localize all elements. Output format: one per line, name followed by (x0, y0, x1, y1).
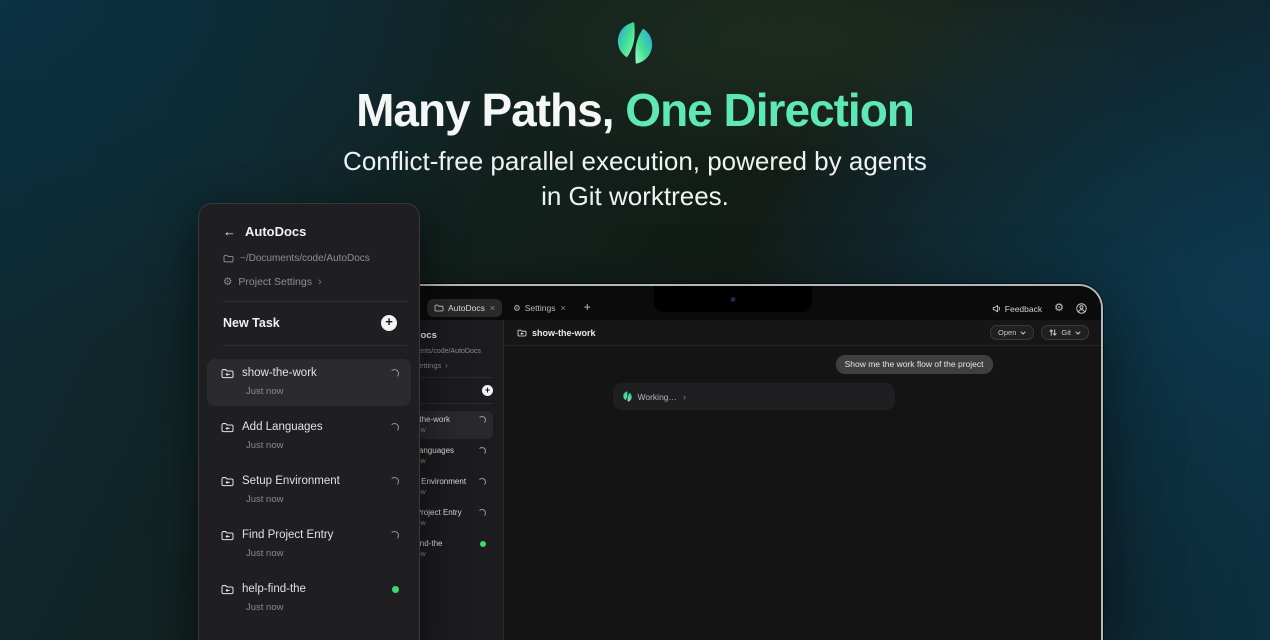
main-pane: show-the-work Open Git Show me the work … (504, 320, 1101, 640)
settings-gear-icon[interactable]: ⚙ (1054, 303, 1064, 314)
page: Many Paths, One Direction Conflict-free … (0, 0, 1270, 640)
project-path-row: ~/Documents/code/AutoDocs (199, 253, 419, 264)
page-title: Many Paths, One Direction (0, 86, 1270, 134)
divider (223, 301, 407, 302)
worktree-folder-icon (221, 368, 234, 379)
open-dropdown-button[interactable]: Open (990, 325, 1035, 340)
chevron-down-icon (1020, 331, 1026, 335)
git-sync-icon (1049, 328, 1058, 337)
worktree-folder-icon (517, 329, 527, 337)
git-dropdown-button[interactable]: Git (1041, 325, 1089, 340)
subtitle-line-1: Conflict-free parallel execution, powere… (343, 146, 927, 176)
account-avatar-icon[interactable] (1076, 303, 1087, 314)
tab-close-icon[interactable]: × (560, 303, 565, 313)
spinner-icon (478, 446, 486, 455)
task-time: Just now (246, 386, 284, 397)
project-panel: ← AutoDocs ~/Documents/code/AutoDocs ⚙ P… (198, 203, 420, 640)
new-task-label: New Task (223, 316, 280, 330)
task-item[interactable]: help-find-the Just now (207, 575, 411, 622)
tab-list: AutoDocs × ⚙ Settings × + (427, 299, 598, 317)
back-arrow-icon[interactable]: ← (223, 224, 236, 239)
user-message-bubble: Show me the work flow of the project (835, 355, 993, 374)
pane-title-group: show-the-work (517, 328, 596, 338)
camera-dot (730, 297, 736, 302)
status-done-dot (480, 540, 486, 547)
status-done-dot (392, 585, 399, 593)
chevron-right-icon: › (317, 276, 322, 288)
spinner-icon (390, 476, 399, 486)
feedback-label: Feedback (1004, 303, 1043, 314)
task-title: show-the-work (242, 367, 317, 379)
gear-icon: ⚙ (513, 302, 521, 313)
laptop-notch (654, 286, 812, 312)
megaphone-icon (992, 304, 1001, 313)
chevron-down-icon (1075, 331, 1081, 335)
open-label: Open (998, 328, 1017, 337)
task-item[interactable]: Setup Environment Just now (207, 467, 411, 514)
new-task-row[interactable]: New Task + (199, 314, 419, 331)
worktree-folder-icon (221, 530, 234, 541)
task-title: Add Languages (242, 421, 323, 433)
task-title: Setup Environment (242, 475, 340, 487)
task-time: Just now (246, 548, 284, 559)
worktree-folder-icon (221, 422, 234, 433)
project-settings-row[interactable]: ⚙ Project Settings › (199, 276, 419, 288)
task-item[interactable]: show-the-work Just now (207, 359, 411, 406)
chevron-right-icon[interactable]: › (683, 392, 686, 402)
project-title: AutoDocs (245, 224, 307, 239)
task-time: Just now (246, 494, 284, 505)
new-tab-button[interactable]: + (577, 300, 598, 316)
divider (223, 345, 407, 346)
spinner-icon (478, 415, 486, 424)
feedback-button[interactable]: Feedback (992, 304, 1042, 314)
gear-icon: ⚙ (223, 276, 233, 288)
title-white: Many Paths, (356, 84, 626, 136)
project-header: ← AutoDocs (199, 224, 419, 239)
spinner-icon (390, 422, 399, 432)
laptop-mockup: AutoDocs × ⚙ Settings × + Feedback ⚙ ~/D… (363, 284, 1103, 640)
worktree-folder-icon (221, 476, 234, 487)
brand-leaf-logo (617, 21, 653, 65)
spinner-icon (390, 368, 399, 378)
pane-header: show-the-work Open Git (504, 320, 1101, 346)
spinner-icon (478, 508, 486, 517)
working-status-bubble[interactable]: Working… › (612, 383, 895, 410)
task-item[interactable]: Find Project Entry Just now (207, 521, 411, 568)
subtitle-line-2: in Git worktrees. (541, 181, 729, 211)
git-label: Git (1061, 328, 1071, 337)
task-list: show-the-work Just now Add Languages Jus… (207, 359, 411, 622)
tab-close-icon[interactable]: × (490, 303, 495, 313)
hero-section: Many Paths, One Direction Conflict-free … (0, 0, 1270, 214)
tab-label: Settings (524, 303, 556, 313)
task-title: Find Project Entry (242, 529, 334, 541)
plus-icon[interactable]: + (381, 314, 397, 331)
app-body: ← AutoDocs ~/Documents/code/AutoDocs ⚙ P… (365, 320, 1101, 640)
pane-title: show-the-work (532, 327, 596, 338)
task-time: Just now (246, 602, 284, 613)
task-title: help-find-the (242, 583, 306, 595)
top-right-cluster: Feedback ⚙ (992, 303, 1087, 317)
folder-icon (434, 304, 444, 312)
project-path: ~/Documents/code/AutoDocs (240, 253, 370, 264)
plus-icon[interactable]: + (482, 385, 493, 396)
spinner-icon (478, 477, 486, 486)
folder-icon (223, 254, 234, 263)
page-subtitle: Conflict-free parallel execution, powere… (0, 144, 1270, 214)
chevron-right-icon: › (445, 361, 448, 370)
tab-settings[interactable]: ⚙ Settings × (506, 299, 573, 317)
title-accent: One Direction (625, 84, 915, 136)
worktree-folder-icon (221, 584, 234, 595)
brand-leaf-icon (622, 391, 632, 402)
tab-label: AutoDocs (448, 303, 485, 313)
tab-autodocs[interactable]: AutoDocs × (427, 299, 503, 317)
working-label: Working… (637, 391, 678, 402)
chat-thread: Show me the work flow of the project Wor… (612, 355, 993, 410)
task-item[interactable]: Add Languages Just now (207, 413, 411, 460)
task-time: Just now (246, 440, 284, 451)
pane-actions: Open Git (990, 325, 1089, 340)
project-settings-label: Project Settings (238, 276, 312, 288)
spinner-icon (390, 530, 399, 540)
